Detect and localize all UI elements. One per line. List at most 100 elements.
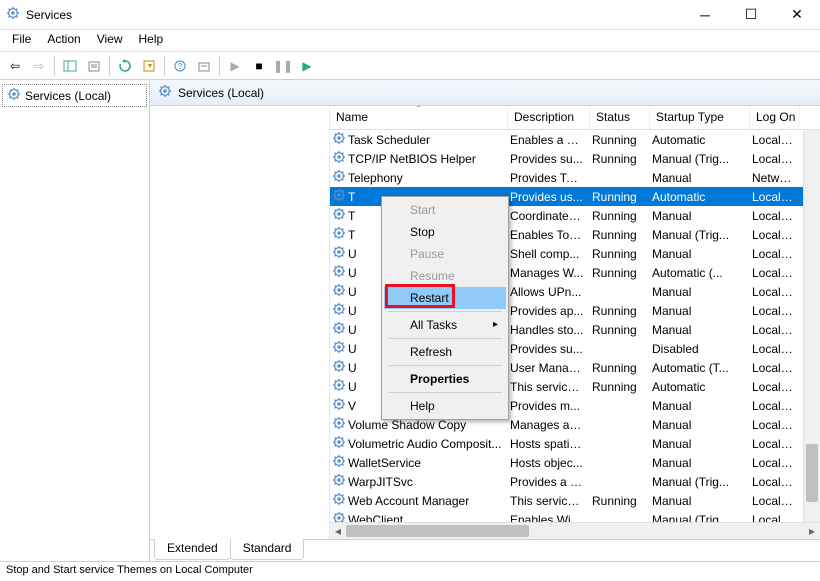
service-logon: Local Se xyxy=(750,437,800,451)
service-icon xyxy=(332,397,346,414)
service-status: Running xyxy=(590,323,650,337)
table-row[interactable]: Web Account Manager This service ...Runni… xyxy=(330,491,820,510)
content-title: Services (Local) xyxy=(178,86,264,100)
service-logon: Local Sy xyxy=(750,133,800,147)
menu-file[interactable]: File xyxy=(4,30,39,51)
window-title: Services xyxy=(26,8,72,22)
service-startup: Manual (Trig... xyxy=(650,228,750,242)
service-logon: Local Sy xyxy=(750,190,800,204)
service-status: Running xyxy=(590,228,650,242)
column-headers: Name⌃ Description Status Startup Type Lo… xyxy=(330,106,820,130)
stop-service-button[interactable]: ■ xyxy=(248,55,270,77)
service-startup: Manual xyxy=(650,247,750,261)
back-button[interactable]: ⇦ xyxy=(4,55,26,77)
service-name: U xyxy=(348,266,357,280)
export-button[interactable] xyxy=(83,55,105,77)
service-description: This service ... xyxy=(508,494,590,508)
tab-extended[interactable]: Extended xyxy=(154,539,231,560)
table-row[interactable]: TelephonyProvides Tel...ManualNetwork xyxy=(330,168,820,187)
menu-action[interactable]: Action xyxy=(39,30,88,51)
ctx-help[interactable]: Help xyxy=(384,395,506,417)
refresh-button[interactable] xyxy=(114,55,136,77)
svg-text:?: ? xyxy=(178,62,183,71)
properties-button[interactable] xyxy=(193,55,215,77)
service-description: Provides Tel... xyxy=(508,171,590,185)
tab-standard[interactable]: Standard xyxy=(230,539,305,560)
menu-view[interactable]: View xyxy=(89,30,131,51)
service-startup: Manual xyxy=(650,323,750,337)
horizontal-scrollbar[interactable]: ◂▸ xyxy=(330,522,820,539)
export-list-button[interactable] xyxy=(138,55,160,77)
service-logon: Network xyxy=(750,171,800,185)
column-logon[interactable]: Log On xyxy=(750,106,800,129)
column-description[interactable]: Description xyxy=(508,106,590,129)
view-tabs: Extended Standard xyxy=(150,539,820,561)
service-description: Hosts spatia... xyxy=(508,437,590,451)
service-startup: Manual xyxy=(650,171,750,185)
help-button[interactable]: ? xyxy=(169,55,191,77)
service-logon: Local Sy xyxy=(750,494,800,508)
service-icon xyxy=(332,264,346,281)
service-logon: Local Sy xyxy=(750,304,800,318)
ctx-restart[interactable]: Restart xyxy=(384,287,506,309)
minimize-button[interactable]: ─ xyxy=(682,0,728,30)
table-row[interactable]: TCP/IP NetBIOS HelperProvides su...Runni… xyxy=(330,149,820,168)
services-icon xyxy=(158,84,172,101)
ctx-stop[interactable]: Stop xyxy=(384,221,506,243)
service-status: Running xyxy=(590,152,650,166)
service-icon xyxy=(332,359,346,376)
pause-service-button[interactable]: ❚❚ xyxy=(272,55,294,77)
ctx-all-tasks[interactable]: All Tasks▸ xyxy=(384,314,506,336)
service-icon xyxy=(332,207,346,224)
service-startup: Automatic xyxy=(650,380,750,394)
app-icon xyxy=(6,6,20,23)
service-icon xyxy=(332,131,346,148)
menu-help[interactable]: Help xyxy=(131,30,172,51)
service-logon: Local Sy xyxy=(750,399,800,413)
forward-button[interactable]: ⇨ xyxy=(28,55,50,77)
close-button[interactable]: ✕ xyxy=(774,0,820,30)
service-name: TCP/IP NetBIOS Helper xyxy=(348,152,476,166)
service-name: Web Account Manager xyxy=(348,494,469,508)
service-icon xyxy=(332,245,346,262)
ctx-properties[interactable]: Properties xyxy=(384,368,506,390)
vertical-scrollbar[interactable] xyxy=(803,130,820,522)
service-icon xyxy=(332,435,346,452)
service-status: Running xyxy=(590,304,650,318)
service-startup: Manual xyxy=(650,456,750,470)
column-startup[interactable]: Startup Type xyxy=(650,106,750,129)
tree-root-item[interactable]: Services (Local) xyxy=(2,84,147,107)
service-name: T xyxy=(348,209,355,223)
service-logon: Local Sy xyxy=(750,228,800,242)
submenu-arrow-icon: ▸ xyxy=(493,319,498,330)
table-row[interactable]: Volumetric Audio Composit...Hosts spatia… xyxy=(330,434,820,453)
service-icon xyxy=(332,473,346,490)
service-status: Running xyxy=(590,247,650,261)
service-logon: Local Se xyxy=(750,475,800,489)
service-status: Running xyxy=(590,494,650,508)
service-icon xyxy=(332,454,346,471)
service-name: U xyxy=(348,247,357,261)
service-status: Running xyxy=(590,190,650,204)
start-service-button[interactable]: ▶ xyxy=(224,55,246,77)
column-status[interactable]: Status xyxy=(590,106,650,129)
show-hide-tree-button[interactable] xyxy=(59,55,81,77)
table-row[interactable]: Task SchedulerEnables a us...RunningAuto… xyxy=(330,130,820,149)
restart-service-button[interactable]: ▶ xyxy=(296,55,318,77)
table-row[interactable]: WalletServiceHosts objec...ManualLocal S… xyxy=(330,453,820,472)
ctx-pause: Pause xyxy=(384,243,506,265)
service-name: T xyxy=(348,190,355,204)
maximize-button[interactable]: ☐ xyxy=(728,0,774,30)
column-name[interactable]: Name⌃ xyxy=(330,106,508,129)
ctx-refresh[interactable]: Refresh xyxy=(384,341,506,363)
service-name: U xyxy=(348,285,357,299)
service-name: U xyxy=(348,323,357,337)
service-description: Enables a us... xyxy=(508,133,590,147)
service-status: Running xyxy=(590,361,650,375)
service-icon xyxy=(332,492,346,509)
service-status: Running xyxy=(590,133,650,147)
table-row[interactable]: WarpJITSvcProvides a JI...Manual (Trig..… xyxy=(330,472,820,491)
service-description: Shell comp... xyxy=(508,247,590,261)
service-description: Handles sto... xyxy=(508,323,590,337)
service-icon xyxy=(332,226,346,243)
